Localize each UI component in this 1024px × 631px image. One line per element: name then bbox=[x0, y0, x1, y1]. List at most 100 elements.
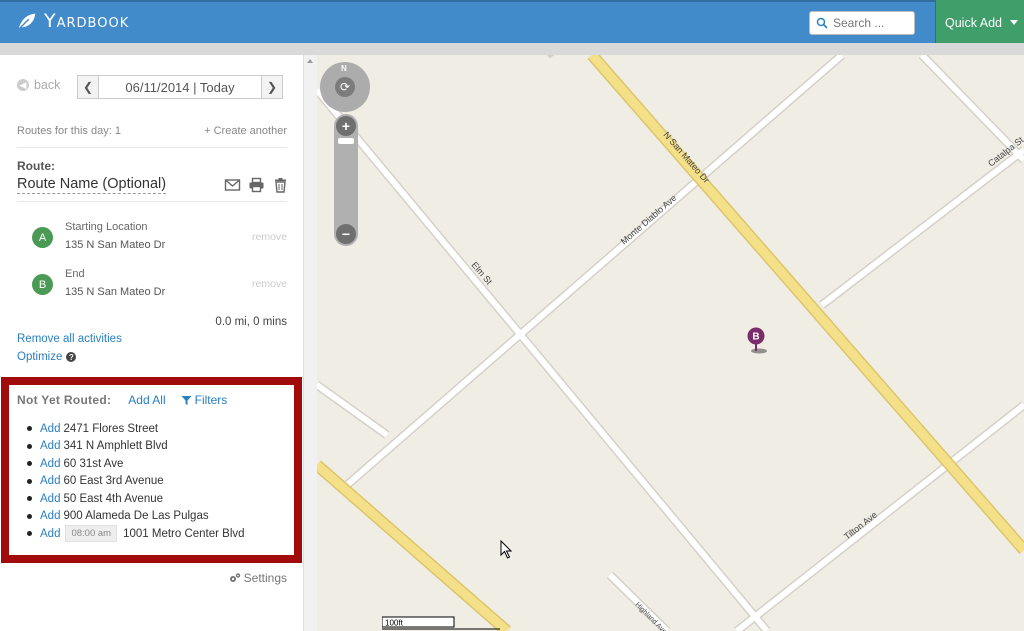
optimize-label: Optimize bbox=[17, 351, 63, 363]
unrouted-address: 1001 Metro Center Blvd bbox=[123, 527, 245, 540]
settings-label: Settings bbox=[243, 571, 287, 585]
sub-header-bar bbox=[0, 43, 1024, 55]
brand-name: Yardbook bbox=[44, 10, 130, 32]
divider bbox=[17, 147, 287, 148]
zoom-in-button[interactable]: + bbox=[336, 116, 356, 136]
street-label-monte-diablo: Monte Diablo Ave bbox=[619, 193, 679, 247]
gears-icon bbox=[229, 573, 240, 582]
compass-north-label: N bbox=[341, 64, 347, 73]
route-sidebar: ◀ back ❮ 06/11/2014 | Today ❯ Routes for… bbox=[0, 55, 304, 631]
chevron-right-icon: ❯ bbox=[266, 80, 278, 94]
add-all-link[interactable]: Add All bbox=[128, 393, 165, 407]
route-name-field[interactable]: Route Name (Optional) bbox=[17, 176, 167, 194]
add-link[interactable]: Add bbox=[40, 458, 60, 470]
bullet bbox=[27, 531, 32, 537]
filters-link[interactable]: Filters bbox=[181, 393, 228, 407]
unrouted-address: 900 Alameda De Las Pulgas bbox=[63, 510, 209, 523]
remove-all-activities-link[interactable]: Remove all activities bbox=[17, 333, 122, 345]
stop-pin-a: A bbox=[32, 227, 53, 248]
route-stop: B End 135 N San Mateo Dr remove bbox=[17, 263, 287, 303]
trash-icon[interactable] bbox=[272, 177, 289, 193]
street-label-n-san-mateo: N San Mateo Dr bbox=[661, 130, 711, 185]
map-view[interactable]: N San Mateo Dr Monte Diablo Ave Elm St C… bbox=[317, 55, 1024, 631]
unrouted-address: 50 East 4th Avenue bbox=[63, 492, 164, 505]
list-item: Add 50 East 4th Avenue bbox=[27, 490, 245, 508]
search-input[interactable] bbox=[833, 16, 913, 30]
back-link[interactable]: ◀ back bbox=[17, 78, 60, 92]
scale-label: 100ft bbox=[385, 619, 404, 628]
bullet bbox=[27, 426, 32, 432]
rotate-icon[interactable]: ⟳ bbox=[335, 77, 355, 97]
map-scale-bar: 100ft bbox=[382, 616, 500, 630]
bullet bbox=[27, 478, 32, 484]
remove-stop-link[interactable]: remove bbox=[252, 278, 287, 290]
map-pan-control[interactable]: N ⟳ bbox=[320, 62, 370, 112]
route-stop: A Starting Location 135 N San Mateo Dr r… bbox=[17, 216, 287, 256]
next-day-button[interactable]: ❯ bbox=[261, 75, 283, 99]
date-picker: ❮ 06/11/2014 | Today ❯ bbox=[77, 75, 283, 99]
list-item: Add 341 N Amphlett Blvd bbox=[27, 438, 245, 456]
filters-label: Filters bbox=[194, 393, 228, 407]
list-item: Add 2471 Flores Street bbox=[27, 420, 245, 438]
stop-address: 135 N San Mateo Dr bbox=[65, 239, 166, 251]
stop-pin-b: B bbox=[32, 274, 53, 295]
settings-link[interactable]: Settings bbox=[229, 571, 287, 585]
caret-down-icon bbox=[1009, 20, 1018, 25]
add-link[interactable]: Add bbox=[40, 510, 60, 522]
stop-label: Starting Location bbox=[65, 221, 148, 233]
quick-add-button[interactable]: Quick Add bbox=[935, 0, 1024, 45]
zoom-slider-handle[interactable] bbox=[338, 138, 354, 144]
mouse-cursor-icon bbox=[500, 540, 513, 559]
map-marker-b[interactable]: B bbox=[745, 327, 773, 355]
list-item: Add 900 Alameda De Las Pulgas bbox=[27, 508, 245, 526]
list-item: Add 60 31st Ave bbox=[27, 455, 245, 473]
chevron-left-icon: ❮ bbox=[82, 80, 94, 94]
not-yet-routed-title: Not Yet Routed: bbox=[17, 393, 112, 407]
divider bbox=[17, 201, 287, 202]
top-navbar: Yardbook Quick Add bbox=[0, 0, 1024, 45]
remove-stop-link[interactable]: remove bbox=[252, 231, 287, 243]
optimize-link[interactable]: Optimize ? bbox=[17, 351, 77, 363]
unrouted-address: 60 East 3rd Avenue bbox=[63, 475, 164, 488]
scroll-up-icon[interactable] bbox=[307, 59, 313, 63]
zoom-slider[interactable]: + − bbox=[334, 114, 358, 246]
back-label: back bbox=[34, 78, 61, 92]
leaf-icon bbox=[18, 13, 36, 30]
not-yet-routed-header: Not Yet Routed: Add All Filters bbox=[17, 393, 227, 407]
route-label: Route: bbox=[17, 159, 55, 173]
bullet bbox=[27, 443, 32, 449]
bullet bbox=[27, 513, 32, 519]
route-actions bbox=[224, 177, 289, 193]
unrouted-address: 2471 Flores Street bbox=[63, 422, 159, 435]
street-map: N San Mateo Dr Monte Diablo Ave Elm St C… bbox=[317, 55, 1024, 631]
filter-icon bbox=[181, 395, 192, 405]
add-link[interactable]: Add bbox=[40, 440, 60, 452]
routes-count: Routes for this day: 1 bbox=[17, 125, 121, 137]
add-link[interactable]: Add bbox=[40, 423, 60, 435]
create-another-link[interactable]: + Create another bbox=[204, 125, 287, 137]
list-item: Add 08:00 am 1001 Metro Center Blvd bbox=[27, 525, 245, 543]
not-yet-routed-panel: Not Yet Routed: Add All Filters Add 2471 … bbox=[1, 377, 302, 563]
email-icon[interactable] bbox=[224, 177, 241, 193]
add-link[interactable]: Add bbox=[40, 493, 60, 505]
sidebar-scrollbar[interactable] bbox=[303, 55, 317, 631]
quick-add-label: Quick Add bbox=[945, 15, 1002, 30]
bullet bbox=[27, 461, 32, 467]
add-link[interactable]: Add bbox=[40, 475, 60, 487]
search-box[interactable] bbox=[809, 11, 915, 35]
unrouted-address: 60 31st Ave bbox=[63, 457, 124, 470]
map-marker-label: B bbox=[752, 332, 759, 343]
stop-address: 135 N San Mateo Dr bbox=[65, 286, 166, 298]
bullet bbox=[27, 496, 32, 502]
print-icon[interactable] bbox=[248, 177, 265, 193]
add-link[interactable]: Add bbox=[40, 528, 60, 540]
stop-label: End bbox=[65, 268, 85, 280]
street-label-highland: Highland Ave bbox=[634, 601, 668, 631]
zoom-out-button[interactable]: − bbox=[336, 224, 356, 244]
back-arrow-icon: ◀ bbox=[17, 79, 29, 91]
search-icon bbox=[816, 17, 828, 29]
prev-day-button[interactable]: ❮ bbox=[77, 75, 99, 99]
date-field[interactable]: 06/11/2014 | Today bbox=[99, 75, 261, 99]
brand-logo[interactable]: Yardbook bbox=[16, 10, 129, 32]
help-icon[interactable]: ? bbox=[66, 352, 77, 362]
